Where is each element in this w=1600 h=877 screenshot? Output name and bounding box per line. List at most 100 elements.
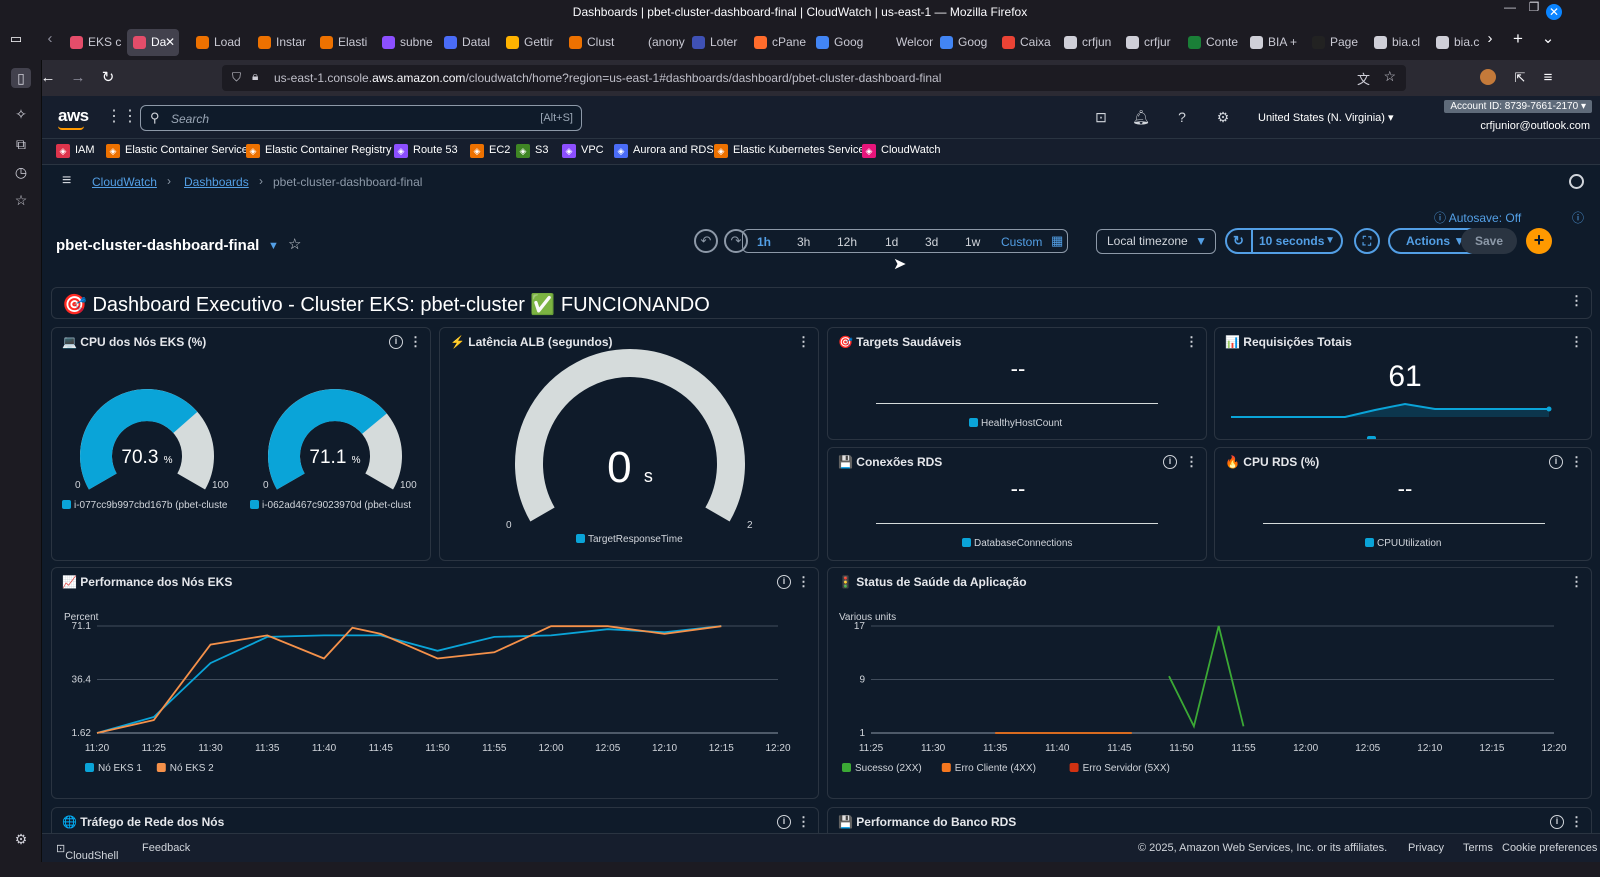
legend-swatch[interactable] — [85, 763, 94, 772]
favorite-service[interactable]: ◈ S3 — [516, 144, 548, 158]
bookmarks-icon[interactable]: ☆ — [11, 190, 31, 210]
refresh-control[interactable]: ↻ 10 seconds ▼ — [1225, 228, 1343, 254]
legend-label[interactable]: Nó EKS 2 — [170, 763, 214, 774]
browser-tab[interactable]: Page — [1306, 29, 1367, 56]
maximize-icon[interactable]: ❐ — [1522, 0, 1546, 25]
favorite-service[interactable]: ◈ EC2 — [470, 144, 510, 158]
browser-tab[interactable]: Conte — [1182, 29, 1243, 56]
reload-icon[interactable]: ↻ — [98, 68, 118, 88]
tabs-scroll-left-icon[interactable]: ‹ — [40, 29, 60, 49]
legend-label[interactable]: Erro Cliente (4XX) — [955, 763, 1036, 774]
browser-tab[interactable]: Goog — [810, 29, 871, 56]
more-options-icon[interactable]: ⋮ — [1185, 334, 1198, 350]
search-input[interactable]: ⚲ Search [Alt+S] — [140, 105, 582, 131]
range-12h[interactable]: 12h — [837, 235, 857, 249]
new-tab-icon[interactable]: + — [1508, 29, 1528, 49]
browser-tab[interactable]: bia.cl — [1368, 29, 1429, 56]
calendar-icon[interactable]: ▦ — [1051, 233, 1063, 249]
browser-tab[interactable]: bia.c — [1430, 29, 1491, 56]
browser-tab[interactable]: cPane — [748, 29, 809, 56]
browser-tab[interactable]: Instar — [252, 29, 313, 56]
info-icon[interactable]: ⓘ — [1572, 209, 1584, 226]
aws-logo[interactable]: aws — [58, 106, 89, 130]
browser-tab[interactable]: crfjur — [1120, 29, 1181, 56]
firefox-view-icon[interactable]: ▭ — [6, 29, 26, 49]
add-widget-button[interactable]: + — [1526, 228, 1552, 254]
ai-chatbot-icon[interactable]: ✧ — [11, 104, 31, 124]
info-icon[interactable]: i — [777, 815, 791, 829]
range-1d[interactable]: 1d — [885, 235, 898, 249]
bookmark-star-icon[interactable]: ☆ — [1383, 68, 1396, 85]
legend-item[interactable]: HealthyHostCount — [969, 418, 1062, 429]
close-window-icon[interactable]: ✕ — [1546, 4, 1562, 20]
legend-swatch[interactable] — [156, 763, 166, 772]
sidebar-toggle-icon[interactable]: ▯ — [11, 68, 31, 88]
save-button[interactable]: Save — [1461, 228, 1517, 254]
browser-tab[interactable]: Load — [190, 29, 251, 56]
more-options-icon[interactable]: ⋮ — [1185, 454, 1198, 470]
legend-item[interactable]: TargetResponseTime — [576, 534, 683, 545]
legend-item[interactable]: CPUUtilization — [1365, 538, 1441, 549]
url-bar[interactable]: ⛉ 🔒︎ us-east-1.console.aws.amazon.com/cl… — [222, 65, 1406, 91]
help-icon[interactable]: ? — [1173, 108, 1191, 126]
timezone-select[interactable]: Local timezone ▼ — [1096, 229, 1216, 254]
more-options-icon[interactable]: ⋮ — [1570, 814, 1583, 830]
close-tab-icon[interactable]: ✕ — [165, 29, 175, 56]
shield-icon[interactable]: ⛉ — [232, 70, 241, 85]
range-3h[interactable]: 3h — [797, 235, 810, 249]
user-menu[interactable]: crfjunior@outlook.com — [1480, 120, 1590, 132]
cookie-preferences-link[interactable]: Cookie preferences — [1502, 842, 1597, 854]
browser-tab[interactable]: Loter — [686, 29, 747, 56]
legend-label[interactable]: Nó EKS 1 — [98, 763, 142, 774]
preferences-icon[interactable] — [1569, 174, 1584, 189]
privacy-link[interactable]: Privacy — [1408, 842, 1444, 854]
favorite-service[interactable]: ◈ VPC — [562, 144, 604, 158]
services-grid-icon[interactable]: ⋮⋮⋮ — [106, 108, 154, 126]
extensions-icon[interactable]: ⇱ — [1510, 68, 1530, 88]
browser-tab[interactable]: EKS c — [64, 29, 125, 56]
favorite-service[interactable]: ◈ Elastic Container Service — [106, 144, 248, 158]
breadcrumb-dashboards[interactable]: Dashboards — [184, 175, 249, 189]
info-icon[interactable]: i — [1163, 455, 1177, 469]
favorite-service[interactable]: ◈ Route 53 — [394, 144, 458, 158]
browser-tab[interactable]: subne — [376, 29, 437, 56]
more-options-icon[interactable]: ⋮ — [1570, 293, 1583, 309]
favorite-service[interactable]: ◈ Elastic Kubernetes Service — [714, 144, 864, 158]
app-menu-icon[interactable]: ≡ — [1538, 68, 1558, 88]
legend-swatch[interactable] — [941, 763, 951, 772]
range-1h[interactable]: 1h — [757, 235, 771, 249]
browser-tab[interactable]: Goog — [934, 29, 995, 56]
browser-tab[interactable]: Gettir — [500, 29, 561, 56]
hamburger-menu-icon[interactable]: ≡ — [62, 172, 71, 190]
range-3d[interactable]: 3d — [925, 235, 938, 249]
breadcrumb-cloudwatch[interactable]: CloudWatch — [92, 175, 157, 189]
translate-icon[interactable]: 文 — [1357, 69, 1370, 88]
browser-tab[interactable]: crfjun — [1058, 29, 1119, 56]
browser-tab[interactable]: Datal — [438, 29, 499, 56]
list-tabs-icon[interactable]: ⌄ — [1538, 29, 1558, 49]
favorite-star-icon[interactable]: ☆ — [288, 235, 301, 253]
browser-tab[interactable]: Welcome — [872, 29, 933, 56]
legend-item[interactable]: i-077cc9b997cbd167b (pbet-cluste — [62, 500, 232, 511]
autosave-toggle[interactable]: ⓘ Autosave: Off — [1434, 209, 1521, 226]
legend-swatch[interactable] — [1069, 763, 1079, 772]
range-1w[interactable]: 1w — [965, 235, 980, 249]
favorite-service[interactable]: ◈ IAM — [56, 144, 95, 158]
minimize-icon[interactable]: — — [1498, 0, 1522, 25]
info-icon[interactable]: i — [1549, 455, 1563, 469]
refresh-icon[interactable]: ↻ — [1233, 230, 1244, 252]
terms-link[interactable]: Terms — [1463, 842, 1493, 854]
settings-gear-icon[interactable]: ⚙ — [1214, 108, 1232, 126]
cloudshell-link[interactable]: ⊡ CloudShell — [56, 842, 118, 862]
customize-sidebar-icon[interactable]: ⚙ — [11, 829, 31, 849]
favorite-service[interactable]: ◈ CloudWatch — [862, 144, 941, 158]
browser-tab[interactable]: Clust — [563, 29, 624, 56]
lock-icon[interactable]: 🔒︎ — [252, 69, 258, 84]
favorite-service[interactable]: ◈ Aurora and RDS — [614, 144, 714, 158]
legend-label[interactable]: Sucesso (2XX) — [855, 763, 922, 774]
legend-item[interactable]: i-062ad467c9023970d (pbet-clust — [250, 500, 422, 511]
browser-tab[interactable]: Da ✕ — [127, 29, 179, 56]
synced-tabs-icon[interactable]: ⧉ — [11, 134, 31, 154]
region-selector[interactable]: United States (N. Virginia) ▾ — [1258, 111, 1394, 124]
history-icon[interactable]: ◷ — [11, 162, 31, 182]
